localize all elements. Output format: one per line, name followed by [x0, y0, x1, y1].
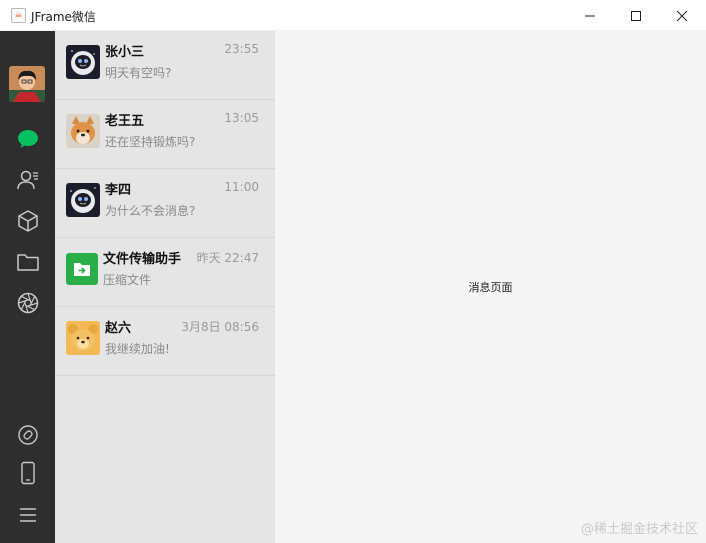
watermark: @稀土掘金技术社区 — [580, 522, 698, 537]
contact-name: 张小三 — [105, 45, 145, 60]
aperture-icon — [17, 292, 39, 314]
message-preview: 明天有空吗? — [105, 66, 172, 80]
java-app-icon: ☕ — [11, 8, 26, 23]
contact-avatar — [66, 183, 100, 217]
chat-bubble-icon — [18, 130, 38, 148]
conversation-item[interactable]: 老王五 13:05 还在坚持锻炼吗? — [55, 100, 275, 169]
close-button[interactable] — [659, 0, 705, 31]
astronaut-avatar-icon — [66, 45, 100, 79]
nav-collections[interactable] — [14, 207, 42, 235]
message-time: 3月8日 08:56 — [181, 320, 259, 334]
nav-files[interactable] — [14, 248, 42, 276]
maximize-button[interactable] — [613, 0, 659, 31]
message-time: 昨天 22:47 — [196, 251, 259, 265]
message-preview: 压缩文件 — [103, 273, 152, 287]
contact-name: 李四 — [105, 183, 132, 198]
menu-icon — [20, 508, 36, 522]
contact-name: 老王五 — [105, 114, 145, 129]
nav-chat[interactable] — [14, 125, 42, 153]
minimize-button[interactable] — [567, 0, 613, 31]
minimize-icon — [585, 15, 595, 16]
window-title: JFrame微信 — [31, 10, 96, 24]
nav-mini-programs[interactable] — [14, 421, 42, 449]
contact-avatar — [66, 253, 98, 285]
close-icon — [676, 10, 688, 21]
contact-avatar — [66, 45, 100, 79]
maximize-icon — [631, 10, 641, 21]
message-time: 11:00 — [224, 180, 259, 194]
folder-icon — [17, 254, 39, 271]
message-time: 23:55 — [224, 42, 259, 56]
message-panel: 消息页面 — [275, 31, 706, 543]
message-preview: 我继续加油! — [105, 342, 170, 356]
astronaut-avatar-icon — [66, 183, 100, 217]
message-preview: 为什么不会消息? — [105, 204, 196, 218]
conversation-item[interactable]: 李四 11:00 为什么不会消息? — [55, 169, 275, 238]
contact-name: 赵六 — [105, 321, 132, 336]
contact-avatar — [66, 321, 100, 355]
conversation-item[interactable]: 张小三 23:55 明天有空吗? — [55, 31, 275, 100]
user-avatar-icon — [9, 66, 45, 102]
link-circle-icon — [18, 425, 38, 445]
conversation-item[interactable]: 赵六 3月8日 08:56 我继续加油! — [55, 307, 275, 376]
nav-phone[interactable] — [14, 459, 42, 487]
conversation-list: 张小三 23:55 明天有空吗? 老王五 13:05 还在坚持锻炼吗? 李四 1… — [55, 31, 275, 543]
file-transfer-icon — [66, 253, 98, 285]
contacts-icon — [17, 170, 38, 190]
nav-contacts[interactable] — [14, 166, 42, 194]
cube-icon — [18, 210, 38, 232]
navigation-sidebar — [0, 31, 55, 543]
contact-name: 文件传输助手 — [103, 252, 182, 267]
my-avatar[interactable] — [9, 66, 45, 102]
nav-moments[interactable] — [14, 289, 42, 317]
message-time: 13:05 — [224, 111, 259, 125]
conversation-item[interactable]: 文件传输助手 昨天 22:47 压缩文件 — [55, 238, 275, 307]
window-title-bar: ☕ JFrame微信 — [0, 0, 706, 31]
contact-avatar — [66, 114, 100, 148]
shiba-dog-avatar-icon — [66, 114, 100, 148]
message-preview: 还在坚持锻炼吗? — [105, 135, 196, 149]
nav-menu[interactable] — [14, 501, 42, 529]
phone-icon — [21, 461, 35, 485]
message-page-placeholder: 消息页面 — [468, 281, 513, 294]
pooh-bear-avatar-icon — [66, 321, 100, 355]
